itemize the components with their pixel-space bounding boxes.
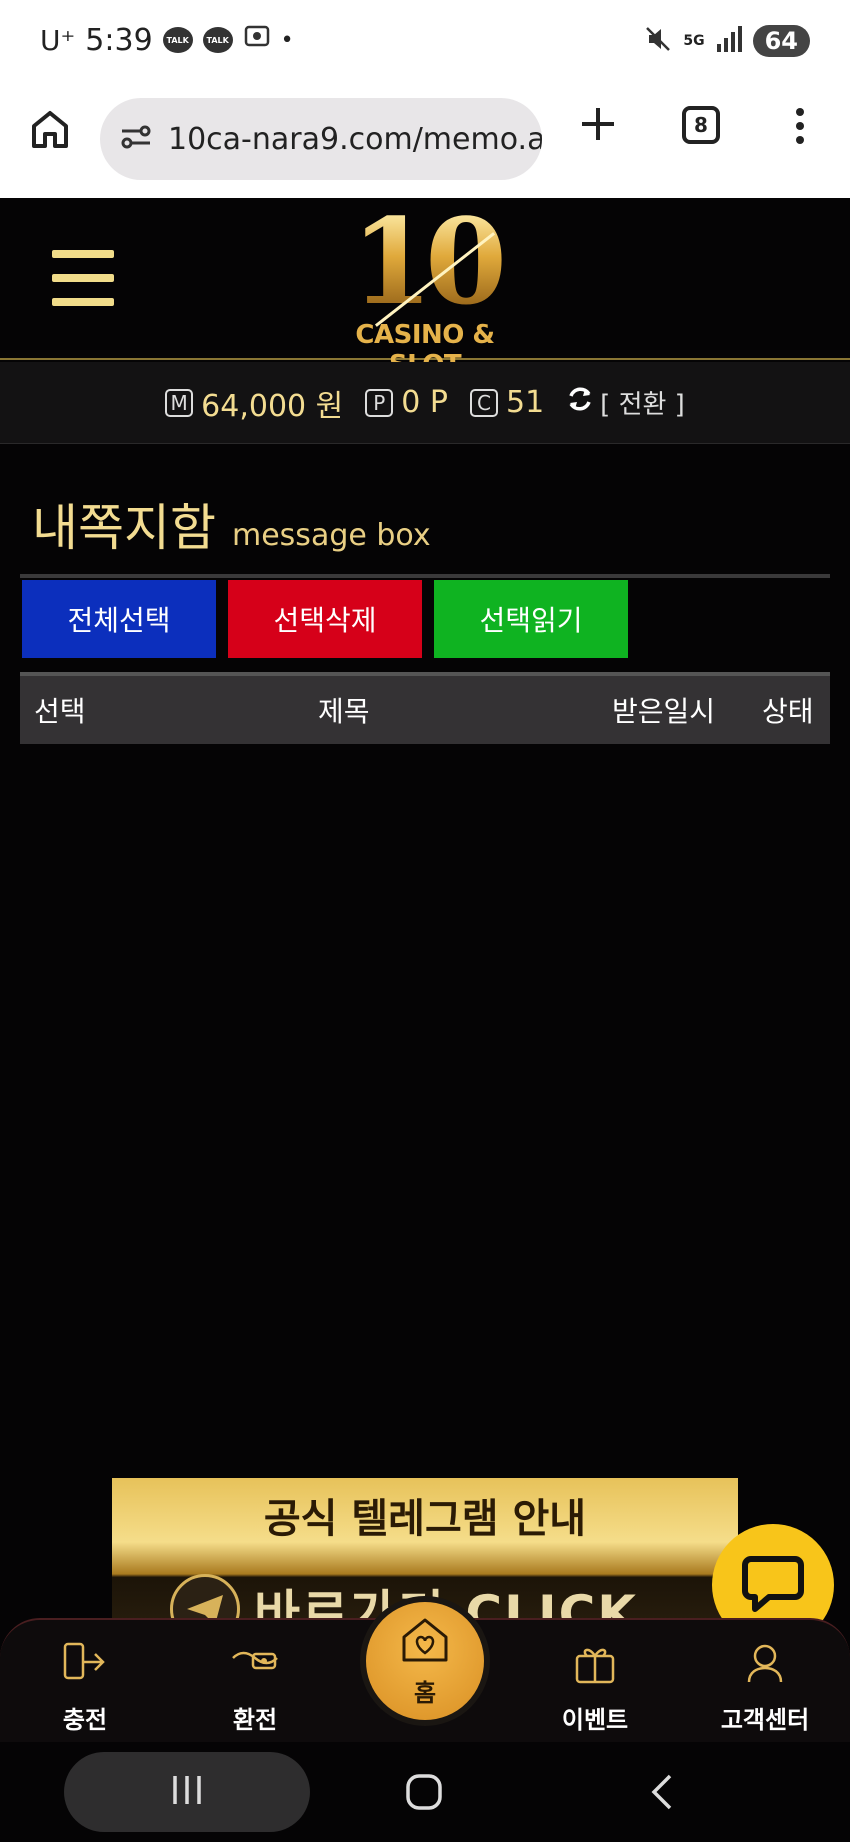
signal-icon [715,26,743,56]
screenshot-icon [243,22,271,58]
bottom-nav: 충전 환전 홈 이벤트 고객센터 [0,1596,850,1742]
nav-event[interactable]: 이벤트 [530,1634,660,1735]
kakaotalk-notification-icon: TALK [202,27,233,53]
system-nav-bar [0,1742,850,1842]
notification-dot: • [280,27,294,53]
nav-deposit[interactable]: 충전 [20,1634,150,1735]
page-subtitle: message box [232,518,431,553]
message-actions: 전체선택 선택삭제 선택읽기 [22,580,628,658]
column-select: 선택 [34,695,86,728]
coin-value: 51 [505,385,545,420]
deposit-icon [20,1634,150,1690]
balance-bar: M 64,000 원 P 0 P C 51 [ 전환 ] [0,362,850,444]
message-table-header: 선택 제목 받은일시 상태 [20,672,830,744]
switch-label: [ 전환 ] [600,390,685,420]
money-badge: M [165,388,194,417]
more-menu-icon[interactable] [794,106,806,150]
site-logo[interactable]: 10 CASINO & SLOT [320,203,530,381]
nav-support[interactable]: 고객센터 [700,1634,830,1735]
kakaotalk-notification-icon: TALK [162,27,193,53]
nav-withdraw[interactable]: 환전 [190,1634,320,1735]
withdraw-icon [190,1634,320,1690]
gift-icon [530,1634,660,1690]
tab-count: 8 [694,113,708,137]
recent-apps-icon [170,1774,204,1810]
address-bar[interactable]: 10ca-nara9.com/memo.a [100,98,542,180]
point-value: 0 P [401,385,448,420]
support-agent-icon [700,1634,830,1690]
logo-number: 10 [320,203,530,321]
chat-bubble-icon [741,1553,805,1617]
url-text: 10ca-nara9.com/memo.a [168,121,542,157]
page-title: 내쪽지함 message box [32,488,431,560]
status-bar: U⁺ 5:39 TALK TALK • 5G 64 [0,0,850,88]
coin-balance: C 51 [469,385,545,420]
nav-withdraw-label: 환전 [232,1706,278,1734]
select-all-button[interactable]: 전체선택 [22,580,216,658]
site-settings-icon[interactable] [120,124,152,154]
menu-icon[interactable] [52,250,114,306]
money-value: 64,000 원 [201,388,344,424]
point-balance: P 0 P [365,385,448,420]
column-received-date: 받은일시 [612,695,716,728]
clock: 5:39 [85,22,153,58]
banner-title: 공식 텔레그램 안내 [263,1496,587,1542]
recent-apps-button[interactable] [64,1752,310,1832]
site-header: 10 CASINO & SLOT [0,198,850,381]
coin-badge: C [469,388,498,417]
nav-home-label: 홈 [413,1678,437,1707]
browser-toolbar: 10ca-nara9.com/memo.a 8 [0,88,850,198]
mute-icon [643,24,673,58]
read-selected-button[interactable]: 선택읽기 [434,580,628,658]
carrier-label: U⁺ [40,23,76,57]
home-icon[interactable] [30,108,70,156]
title-divider [20,574,830,578]
nav-event-label: 이벤트 [561,1706,629,1734]
refresh-icon [566,385,594,420]
tab-switcher-button[interactable]: 8 [682,106,720,144]
back-button-icon[interactable] [648,1772,676,1816]
point-badge: P [365,388,394,417]
new-tab-icon[interactable] [578,104,618,148]
column-title: 제목 [318,695,370,728]
page-title-korean: 내쪽지함 [32,499,216,557]
network-type: 5G [683,33,705,49]
battery-indicator: 64 [752,25,810,57]
money-balance: M 64,000 원 [165,381,343,425]
home-button-icon[interactable] [404,1772,444,1816]
column-status: 상태 [762,695,814,728]
home-heart-icon [398,1615,452,1669]
nav-support-label: 고객센터 [720,1706,810,1734]
switch-button[interactable]: [ 전환 ] [566,384,685,421]
delete-selected-button[interactable]: 선택삭제 [228,580,422,658]
nav-deposit-label: 충전 [62,1706,108,1734]
nav-home[interactable]: 홈 [360,1596,490,1726]
